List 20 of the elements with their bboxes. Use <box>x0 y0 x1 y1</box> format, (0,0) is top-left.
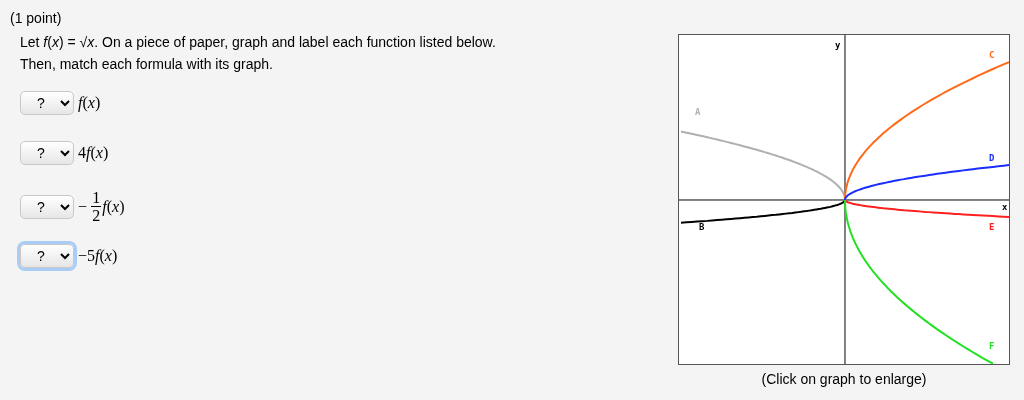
axis-label: y <box>835 39 841 50</box>
point-value: (1 point) <box>10 9 62 28</box>
curve-label: F <box>989 341 995 352</box>
function-graph[interactable]: y x A B C D E F <box>678 34 1010 365</box>
answer-dropdown[interactable]: ? <box>20 244 74 268</box>
formula: f(x) <box>78 93 101 114</box>
axis-label: x <box>1002 201 1008 212</box>
formula: −5f(x) <box>78 246 118 267</box>
instruction-text: Let f(x) = √x. On a piece of paper, graph and label each function listed below. <box>20 33 496 52</box>
curve-label: C <box>989 49 995 60</box>
graph-caption[interactable]: (Click on graph to enlarge) <box>761 369 927 390</box>
instruction-text: Then, match each formula with its graph. <box>20 55 273 74</box>
curve-label: E <box>989 221 995 232</box>
formula: 4f(x) <box>78 143 109 164</box>
answer-dropdown[interactable]: ? <box>20 141 74 165</box>
curve-label: B <box>698 221 705 232</box>
curve-label: A <box>694 106 701 117</box>
answer-dropdown[interactable]: ? <box>20 91 74 115</box>
curve-label: D <box>989 153 995 164</box>
answer-dropdown[interactable]: ? <box>20 194 74 219</box>
